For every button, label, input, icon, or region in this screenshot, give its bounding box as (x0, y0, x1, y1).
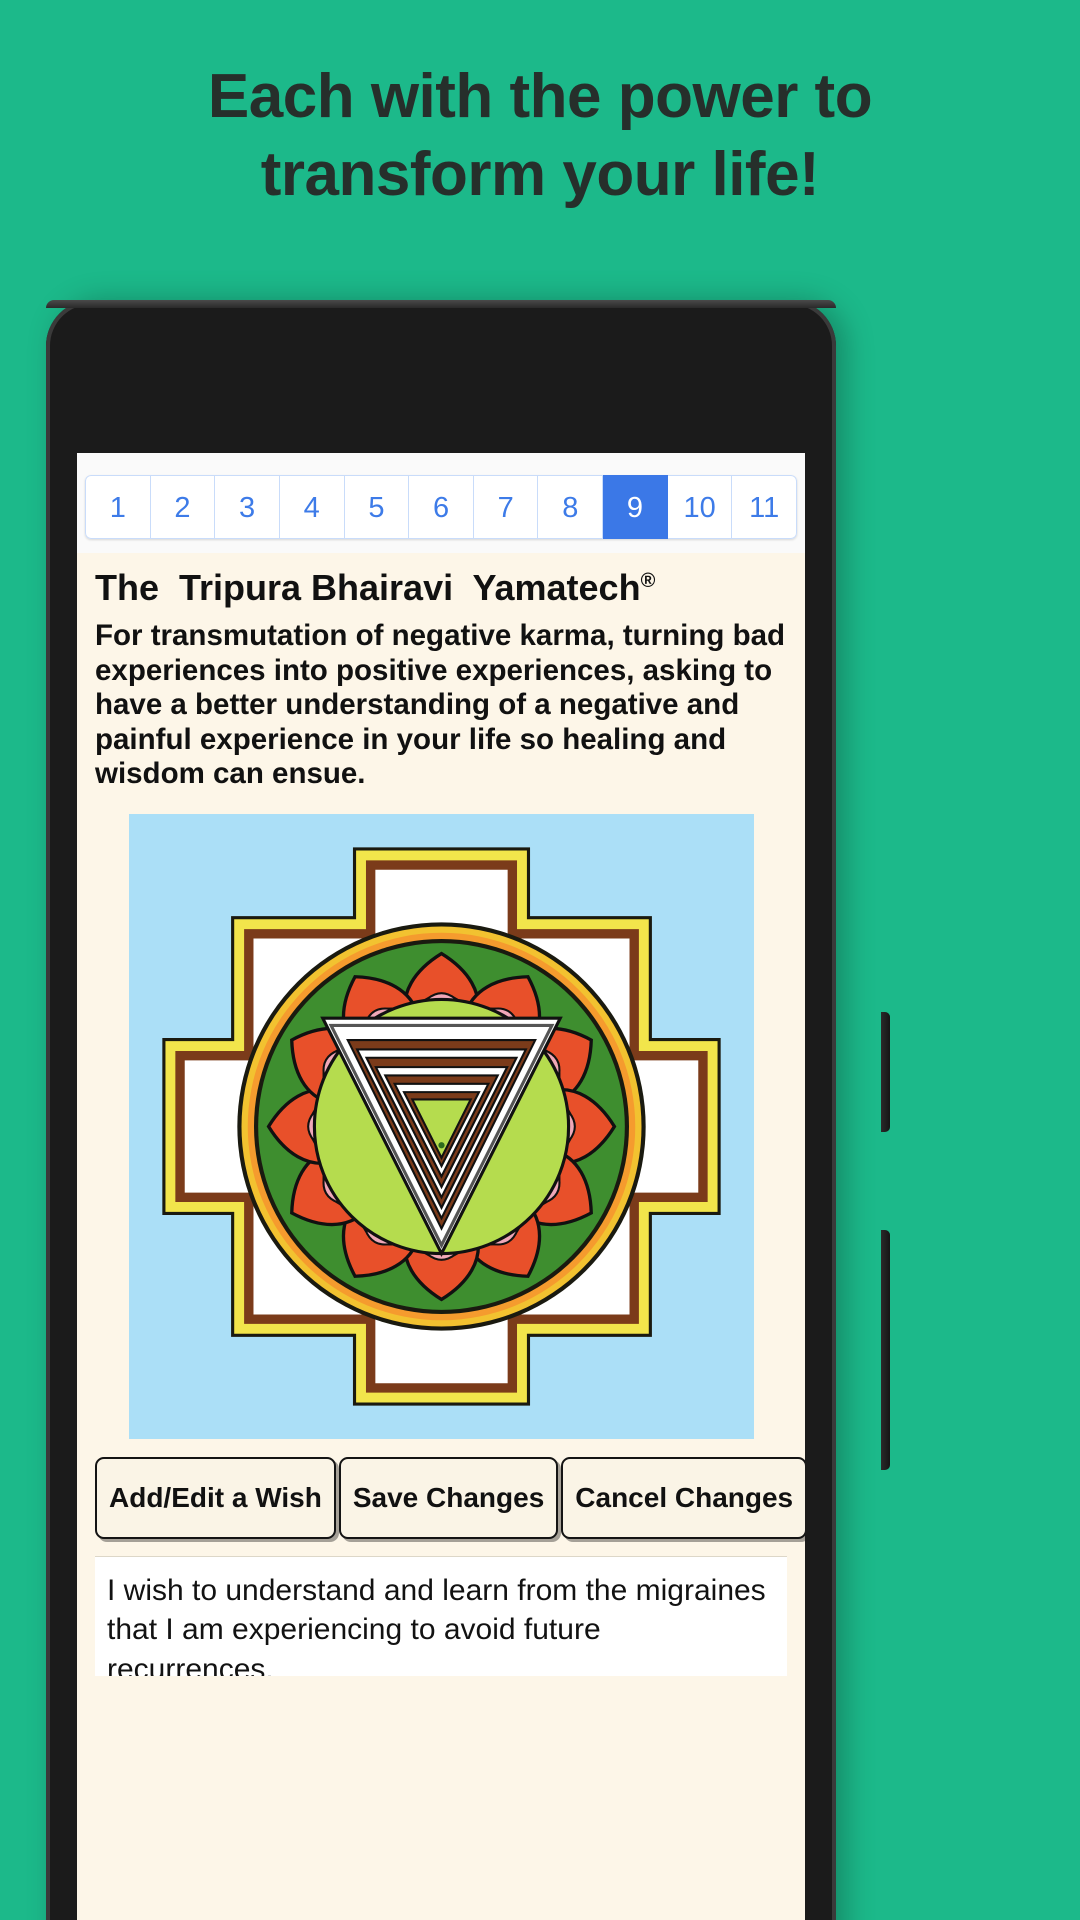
promo-headline-line-2: transform your life! (260, 139, 820, 209)
registered-trademark-icon: ® (640, 570, 656, 592)
power-button[interactable] (881, 1012, 890, 1132)
pager-toolbar: 1 2 3 4 5 6 7 8 9 10 11 (77, 453, 805, 553)
yantra-title: The Tripura Bhairavi Yamatech® (91, 553, 791, 619)
promo-headline-line-1: Each with the power to (207, 62, 873, 131)
pager-tab-9[interactable]: 9 (603, 475, 668, 539)
add-edit-wish-button[interactable]: Add/Edit a Wish (95, 1456, 336, 1539)
save-changes-button[interactable]: Save Changes (338, 1456, 559, 1539)
pager-tab-10[interactable]: 10 (667, 475, 733, 539)
pager-tab-1[interactable]: 1 (85, 475, 151, 539)
phone-mockup: 1 2 3 4 5 6 7 8 9 10 11 The Tripura Bhai… (46, 300, 890, 1920)
pager-tab-3[interactable]: 3 (215, 475, 280, 539)
volume-button[interactable] (881, 1230, 890, 1470)
pagination-tabs: 1 2 3 4 5 6 7 8 9 10 11 (85, 475, 797, 539)
yantra-description: For transmutation of negative karma, tur… (95, 619, 786, 790)
pager-tab-7[interactable]: 7 (473, 475, 539, 539)
device-screen: 1 2 3 4 5 6 7 8 9 10 11 The Tripura Bhai… (77, 453, 805, 1920)
action-button-row: Add/Edit a Wish Save Changes Cancel Chan… (95, 1456, 805, 1539)
wish-text-input[interactable]: I wish to understand and learn from the … (95, 1555, 787, 1676)
cancel-changes-button[interactable]: Cancel Changes (561, 1456, 805, 1539)
pager-tab-5[interactable]: 5 (344, 475, 410, 539)
yantra-title-text: The Tripura Bhairavi Yamatech (95, 567, 641, 608)
pager-tab-2[interactable]: 2 (150, 475, 216, 539)
pager-tab-8[interactable]: 8 (538, 475, 604, 539)
phone-top-rim (46, 300, 836, 308)
tripura-bhairavi-yantra-image (128, 813, 754, 1439)
pager-tab-4[interactable]: 4 (279, 475, 345, 539)
pager-tab-11[interactable]: 11 (732, 475, 797, 539)
promo-headline: Each with the power to transform your li… (0, 58, 1080, 213)
yantra-content: The Tripura Bhairavi Yamatech® For trans… (77, 553, 805, 1676)
pager-tab-6[interactable]: 6 (409, 475, 474, 539)
